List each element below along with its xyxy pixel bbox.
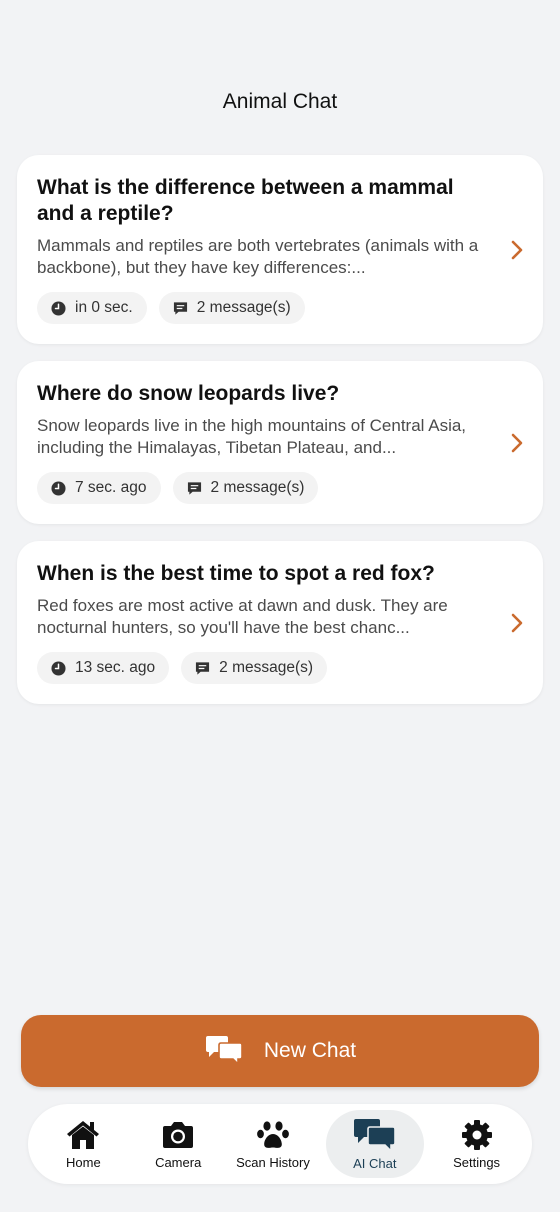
new-chat-button[interactable]: New Chat <box>21 1015 539 1087</box>
tab-scan-history-label: Scan History <box>236 1154 310 1170</box>
time-label: in 0 sec. <box>75 299 133 316</box>
tab-camera[interactable]: Camera <box>136 1110 220 1178</box>
tab-home[interactable]: Home <box>41 1110 125 1178</box>
chevron-right-icon <box>511 613 523 632</box>
message-icon <box>187 481 201 495</box>
chat-list: What is the difference between a mammal … <box>17 155 543 721</box>
message-count-badge: 2 message(s) <box>172 472 319 504</box>
time-label: 7 sec. ago <box>75 479 147 496</box>
message-count-badge: 2 message(s) <box>181 652 328 684</box>
tab-settings[interactable]: Settings <box>435 1110 519 1178</box>
time-label: 13 sec. ago <box>75 659 156 676</box>
chat-preview: Snow leopards live in the high mountains… <box>37 416 467 457</box>
message-icon <box>173 301 187 315</box>
chat-bubbles-icon <box>353 1118 396 1152</box>
tab-scan-history[interactable]: Scan History <box>231 1110 315 1178</box>
new-chat-label: New Chat <box>263 1039 357 1062</box>
chat-title: What is the difference between a mammal … <box>37 176 454 225</box>
tab-camera-label: Camera <box>155 1154 202 1170</box>
chevron-right-icon <box>511 433 523 452</box>
tab-ai-chat-label: AI Chat <box>353 1155 397 1171</box>
message-icon <box>196 661 210 675</box>
time-badge: 7 sec. ago <box>37 472 161 504</box>
clock-icon <box>51 660 66 676</box>
chat-card[interactable]: Where do snow leopards live? Snow leopar… <box>17 361 543 524</box>
chat-title: When is the best time to spot a red fox? <box>37 562 435 585</box>
page-title: Animal Chat <box>222 90 338 113</box>
chat-preview: Mammals and reptiles are both vertebrate… <box>37 236 479 277</box>
time-badge: in 0 sec. <box>37 292 147 324</box>
camera-icon <box>163 1121 194 1148</box>
time-badge: 13 sec. ago <box>37 652 170 684</box>
home-icon <box>67 1120 100 1149</box>
message-count-badge: 2 message(s) <box>158 292 305 324</box>
clock-icon <box>51 480 66 496</box>
message-count-label: 2 message(s) <box>219 659 314 676</box>
chat-bubbles-icon <box>205 1036 243 1066</box>
message-count-label: 2 message(s) <box>196 299 291 316</box>
tab-ai-chat[interactable]: AI Chat <box>325 1110 424 1178</box>
gear-icon <box>461 1119 492 1150</box>
bottom-tab-bar: Home Camera Scan History AI Chat Setting… <box>28 1104 532 1184</box>
message-count-label: 2 message(s) <box>210 479 305 496</box>
chat-card[interactable]: When is the best time to spot a red fox?… <box>17 541 543 704</box>
chevron-right-icon <box>511 240 523 259</box>
paw-icon <box>257 1120 289 1148</box>
tab-home-label: Home <box>66 1154 101 1170</box>
chat-card[interactable]: What is the difference between a mammal … <box>17 155 543 344</box>
clock-icon <box>51 300 66 316</box>
tab-settings-label: Settings <box>453 1154 501 1170</box>
chat-title: Where do snow leopards live? <box>37 382 340 405</box>
chat-preview: Red foxes are most active at dawn and du… <box>37 596 448 637</box>
